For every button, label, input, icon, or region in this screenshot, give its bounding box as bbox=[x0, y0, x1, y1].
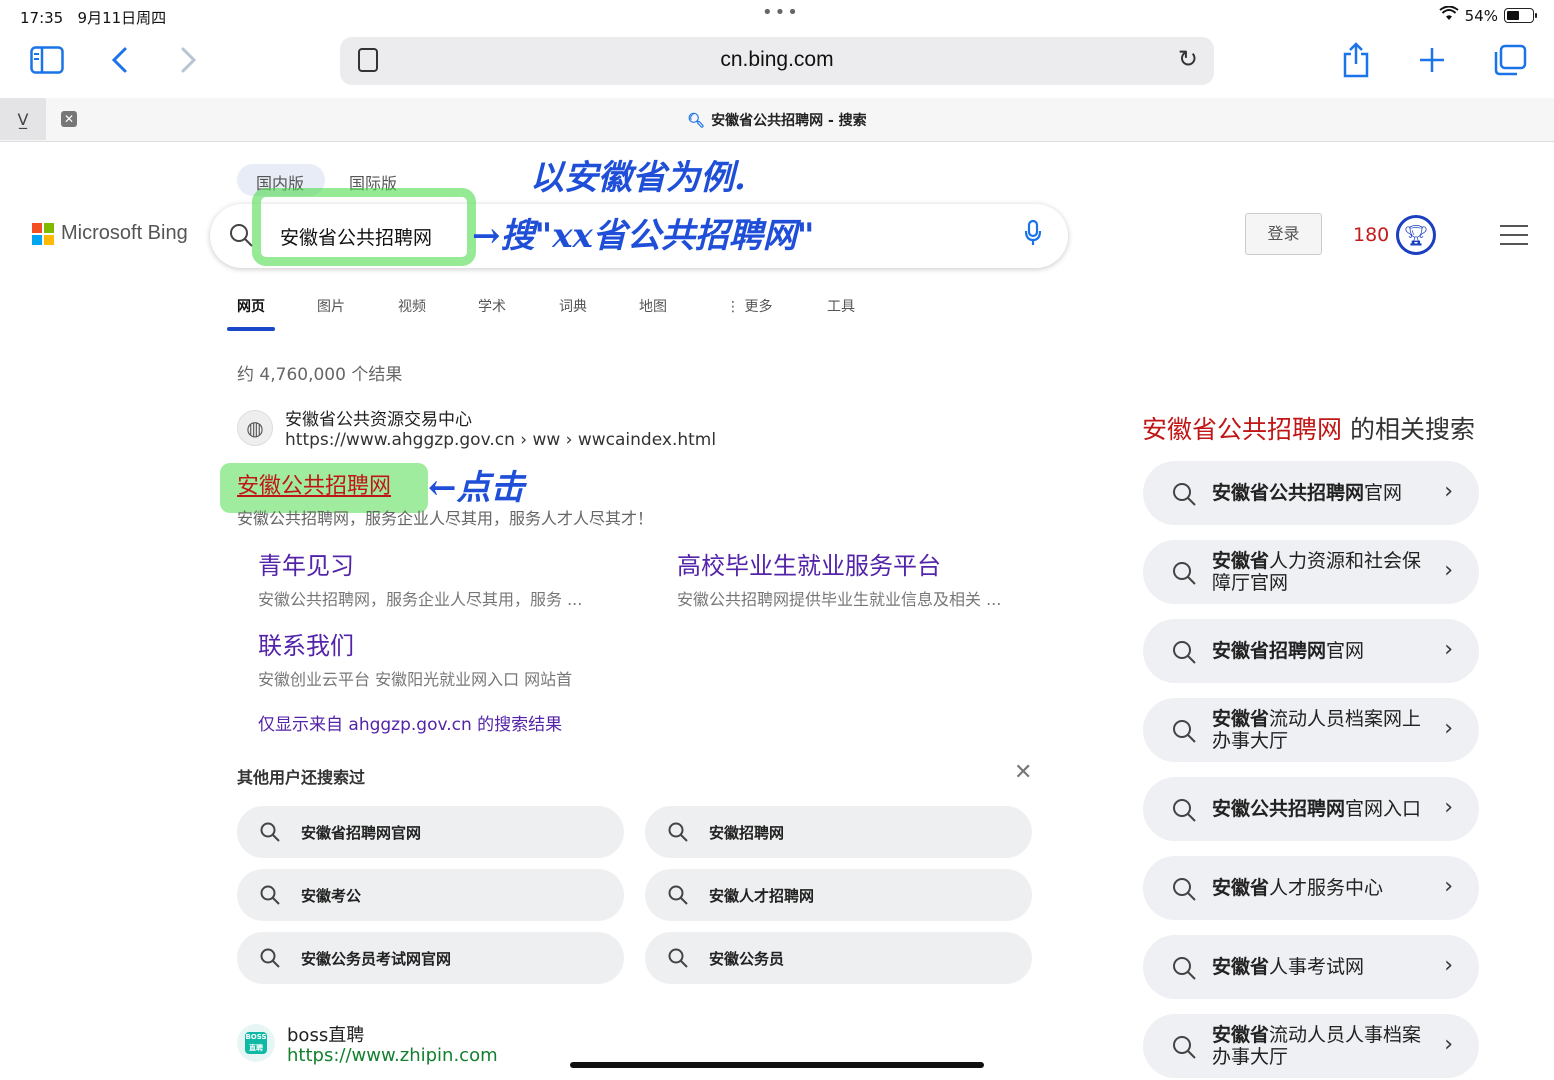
more-dots-icon: ⋮ bbox=[726, 299, 740, 315]
search-icon bbox=[1173, 641, 1196, 664]
tabs-icon[interactable] bbox=[1493, 44, 1527, 80]
search-icon bbox=[668, 885, 688, 905]
status-time: 17:35 9月11日周四 bbox=[20, 9, 167, 27]
wifi-icon bbox=[1439, 5, 1459, 25]
search-icon bbox=[668, 822, 688, 842]
battery-percent: 54% bbox=[1464, 6, 1498, 25]
result-count: 约 4,760,000 个结果 bbox=[237, 365, 403, 385]
others-chip[interactable]: 安徽省招聘网官网 bbox=[237, 806, 624, 858]
annotation-example: 以安徽省为例. bbox=[530, 158, 746, 198]
new-tab-icon[interactable] bbox=[1418, 46, 1446, 78]
related-item[interactable]: 安徽省人事考试网 › bbox=[1143, 935, 1479, 999]
others-chip[interactable]: 安徽人才招聘网 bbox=[645, 869, 1032, 921]
menu-icon[interactable] bbox=[1500, 225, 1528, 252]
rewards-points[interactable]: 180 bbox=[1353, 224, 1389, 246]
battery-icon bbox=[1504, 8, 1537, 23]
search-icon bbox=[1173, 957, 1196, 980]
chevron-right-icon: › bbox=[1444, 479, 1453, 504]
result-site-name[interactable]: 安徽省公共资源交易中心 bbox=[285, 405, 472, 430]
others-searched-heading: 其他用户还搜索过 bbox=[237, 768, 366, 787]
chevron-right-icon: › bbox=[1444, 1032, 1453, 1057]
globe-icon: ◍ bbox=[237, 410, 273, 446]
related-item[interactable]: 安徽省人力资源和社会保障厅官网 › bbox=[1143, 540, 1479, 604]
tab-images[interactable]: 图片 bbox=[317, 296, 345, 316]
back-icon[interactable] bbox=[110, 46, 130, 78]
sublink-contact[interactable]: 联系我们 bbox=[258, 626, 354, 661]
search-icon bbox=[1173, 799, 1196, 822]
multitask-dots-icon[interactable]: ••• bbox=[762, 2, 800, 23]
tab-tools[interactable]: 工具 bbox=[827, 296, 855, 316]
annotation-search-hint: →搜"xx省公共招聘网" bbox=[472, 216, 815, 256]
search-icon bbox=[1173, 562, 1196, 585]
sublink-snippet: 安徽创业云平台 安徽阳光就业网入口 网站首 bbox=[258, 670, 573, 689]
tab-maps[interactable]: 地图 bbox=[639, 296, 667, 316]
highlighter-box bbox=[252, 188, 476, 266]
chevron-right-icon: › bbox=[1444, 795, 1453, 820]
sublink-graduate-platform[interactable]: 高校毕业生就业服务平台 bbox=[677, 546, 941, 581]
share-icon[interactable] bbox=[1342, 42, 1370, 82]
tab-academic[interactable]: 学术 bbox=[478, 296, 506, 316]
sublink-youth-internship[interactable]: 青年见习 bbox=[258, 546, 354, 581]
related-heading: 安徽省公共招聘网 的相关搜索 bbox=[1142, 415, 1475, 444]
microsoft-logo-icon bbox=[32, 222, 54, 245]
related-item[interactable]: 安徽省流动人员档案网上办事大厅 › bbox=[1143, 698, 1479, 762]
related-item[interactable]: 安徽省人才服务中心 › bbox=[1143, 856, 1479, 920]
mic-icon[interactable] bbox=[1024, 219, 1042, 252]
site-only-link[interactable]: 仅显示来自 ahggzp.gov.cn 的搜索结果 bbox=[258, 710, 562, 735]
others-chip[interactable]: 安徽招聘网 bbox=[645, 806, 1032, 858]
related-item[interactable]: 安徽省流动人员人事档案办事大厅 › bbox=[1143, 1014, 1479, 1078]
tab-more[interactable]: ⋮ 更多 bbox=[726, 296, 772, 316]
related-item[interactable]: 安徽省招聘网官网 › bbox=[1143, 619, 1479, 683]
chevron-right-icon: › bbox=[1444, 558, 1453, 583]
active-tab-title[interactable]: 🔍︎ 安徽省公共招聘网 - 搜索 bbox=[0, 110, 1554, 130]
reload-icon[interactable]: ↻ bbox=[1178, 45, 1198, 73]
chevron-right-icon: › bbox=[1444, 874, 1453, 899]
others-chip[interactable]: 安徽考公 bbox=[237, 869, 624, 921]
sublink-snippet: 安徽公共招聘网，服务企业人尽其用，服务 ... bbox=[258, 590, 583, 609]
result-url[interactable]: https://www.ahggzp.gov.cn › ww › wwcaind… bbox=[285, 430, 716, 450]
forward-icon[interactable] bbox=[178, 46, 198, 78]
search-icon bbox=[260, 822, 280, 842]
chevron-right-icon: › bbox=[1444, 716, 1453, 741]
search-icon bbox=[668, 948, 688, 968]
result-title-link[interactable]: 安徽公共招聘网 bbox=[237, 468, 391, 500]
boss-site-name[interactable]: boss直聘 bbox=[287, 1021, 364, 1047]
tab-dictionary[interactable]: 词典 bbox=[559, 296, 587, 316]
active-tab-underline bbox=[227, 327, 275, 331]
related-item[interactable]: 安徽公共招聘网官网入口 › bbox=[1143, 777, 1479, 841]
others-chip[interactable]: 安徽公务员 bbox=[645, 932, 1032, 984]
search-icon[interactable] bbox=[228, 222, 254, 252]
search-icon bbox=[260, 885, 280, 905]
close-icon[interactable]: ✕ bbox=[1014, 760, 1032, 785]
search-icon bbox=[1173, 878, 1196, 901]
search-icon: 🔍︎ bbox=[687, 113, 706, 129]
address-bar[interactable]: cn.bing.com ↻ bbox=[340, 37, 1214, 85]
search-icon bbox=[1173, 1036, 1196, 1059]
status-bar: 17:35 9月11日周四 ••• 54% bbox=[0, 0, 1554, 32]
search-icon bbox=[1173, 720, 1196, 743]
bing-logo[interactable]: Microsoft Bing bbox=[32, 222, 188, 245]
sidebar-icon[interactable] bbox=[30, 46, 64, 78]
status-right: 54% bbox=[1439, 5, 1537, 25]
related-item[interactable]: 安徽省公共招聘网官网 › bbox=[1143, 461, 1479, 525]
chevron-right-icon: › bbox=[1444, 953, 1453, 978]
search-icon bbox=[1173, 483, 1196, 506]
trophy-icon[interactable]: 🏆︎ bbox=[1396, 215, 1436, 255]
tab-bar: V̲ ✕ 🔍︎ 安徽省公共招聘网 - 搜索 bbox=[0, 98, 1554, 142]
annotation-click-hint: ←点击 bbox=[428, 468, 525, 508]
others-chip[interactable]: 安徽公务员考试网官网 bbox=[237, 932, 624, 984]
login-button[interactable]: 登录 bbox=[1245, 213, 1322, 255]
home-indicator bbox=[570, 1062, 984, 1068]
boss-url[interactable]: https://www.zhipin.com bbox=[287, 1045, 498, 1066]
boss-favicon-icon: BOSS直聘 bbox=[237, 1024, 275, 1062]
search-icon bbox=[260, 948, 280, 968]
tab-web[interactable]: 网页 bbox=[237, 296, 265, 316]
sublink-snippet: 安徽公共招聘网提供毕业生就业信息及相关 ... bbox=[677, 590, 1002, 609]
tab-videos[interactable]: 视频 bbox=[398, 296, 426, 316]
chevron-right-icon: › bbox=[1444, 637, 1453, 662]
url-text[interactable]: cn.bing.com bbox=[340, 48, 1214, 72]
